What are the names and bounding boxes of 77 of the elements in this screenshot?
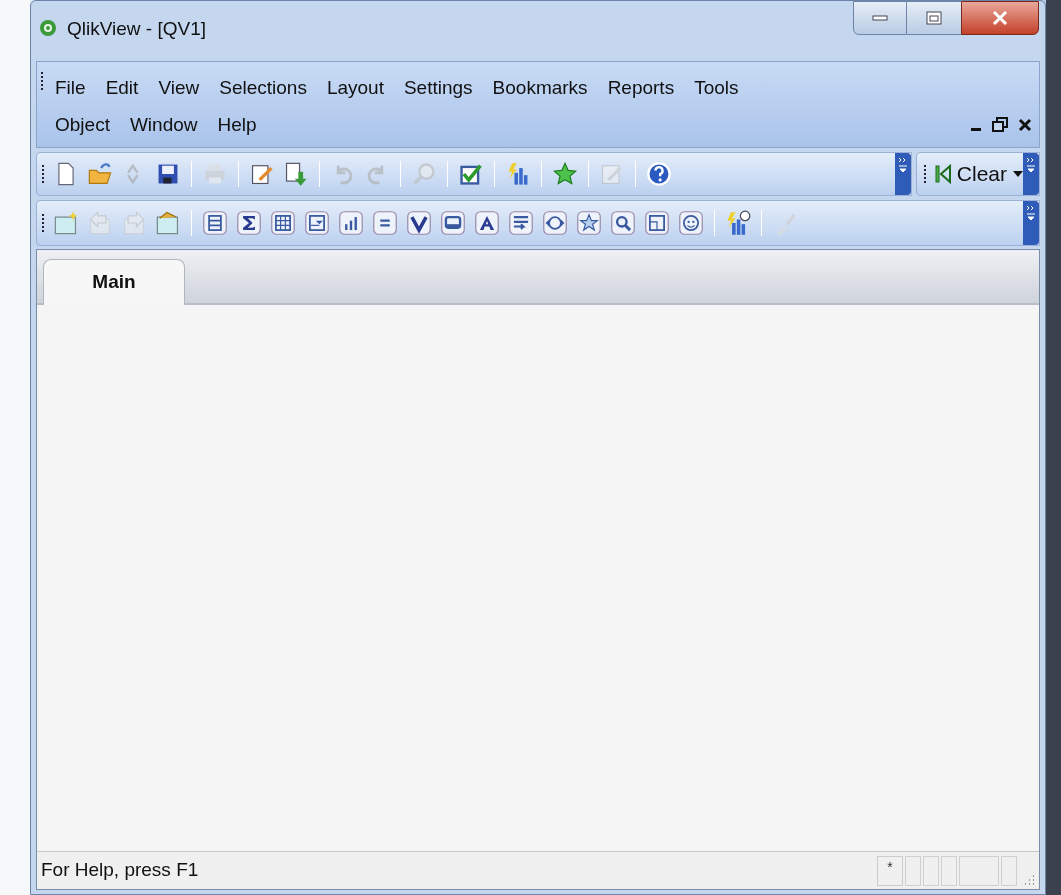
toolbar-separator (635, 161, 636, 187)
table-icon (270, 210, 296, 236)
toolbar-grip-icon[interactable] (40, 70, 44, 92)
caret-icon (1013, 171, 1023, 177)
menu-item[interactable]: Window (120, 106, 207, 143)
menu-item[interactable]: Selections (210, 70, 316, 107)
open-folder-icon (87, 161, 113, 187)
status-pane (959, 855, 999, 886)
toolbar-grip-icon[interactable] (41, 212, 45, 234)
overflow-icon (1026, 157, 1036, 173)
toolbar-grip-icon[interactable] (41, 163, 45, 185)
status-pane (923, 855, 939, 886)
sigma-icon (236, 210, 262, 236)
toolbar-separator (447, 161, 448, 187)
menu-item[interactable]: Object (46, 106, 119, 143)
menu-item[interactable]: Edit (96, 70, 148, 107)
menu-item[interactable]: Layout (317, 70, 393, 107)
toolbar-overflow-button[interactable] (1023, 153, 1039, 195)
clear-button[interactable]: Clear (934, 158, 1023, 190)
list-dropdown-icon (304, 210, 330, 236)
lightning-clock-chart-icon (725, 210, 751, 236)
smiley-icon (678, 210, 704, 236)
toolbar-grip-icon[interactable] (922, 163, 927, 185)
toolbar-separator (588, 161, 589, 187)
menu-item[interactable]: View (149, 70, 209, 107)
bar-chart-icon (338, 210, 364, 236)
status-pane (941, 855, 957, 886)
toolbar-separator (238, 161, 239, 187)
skip-back-icon (934, 164, 951, 184)
toolbar-overflow-button[interactable] (1023, 201, 1039, 245)
menu-item[interactable]: Bookmarks (483, 70, 597, 107)
toolbar-separator (191, 210, 192, 236)
menu-item[interactable]: Help (208, 106, 266, 143)
screen-icon (440, 210, 466, 236)
menu-item[interactable]: Tools (685, 70, 748, 107)
close-icon[interactable] (1018, 117, 1032, 132)
list-icon (202, 210, 228, 236)
check-icon (406, 210, 432, 236)
status-pane (1001, 855, 1017, 886)
close-icon (992, 11, 1008, 25)
maximize-button[interactable] (907, 1, 961, 35)
maximize-icon (926, 11, 942, 25)
status-pane (905, 855, 921, 886)
overflow-icon (1026, 205, 1036, 221)
toolbar-separator (400, 161, 401, 187)
menu-item[interactable]: File (46, 70, 95, 107)
toolbar-separator (191, 161, 192, 187)
layout-icon (644, 210, 670, 236)
status-indicator: * (877, 855, 903, 886)
toolbar-separator (761, 210, 762, 236)
menu-item[interactable]: Reports (598, 70, 684, 107)
restore-icon[interactable] (992, 116, 1008, 133)
new-sheet-icon (53, 210, 79, 236)
menu-item[interactable]: Settings (394, 70, 482, 107)
search-icon (610, 210, 636, 236)
window-title: QlikView - [QV1] (67, 19, 207, 39)
close-button[interactable] (961, 1, 1039, 35)
star-icon (552, 161, 578, 187)
sheet-icon (155, 210, 181, 236)
right-arrow-icon (121, 210, 147, 236)
toolbar-separator (714, 210, 715, 236)
minimize-icon (872, 15, 888, 21)
document-arrow-icon (283, 161, 309, 187)
toolbar-separator (319, 161, 320, 187)
letter-icon (474, 210, 500, 236)
sheet-tab[interactable]: Main (43, 259, 185, 305)
toolbar-separator (541, 161, 542, 187)
app-logo-icon (39, 19, 57, 37)
toolbar-separator (494, 161, 495, 187)
left-arrow-icon (87, 210, 113, 236)
toolbar-overflow-button[interactable] (894, 153, 911, 195)
status-text: For Help, press F1 (41, 858, 199, 883)
search-icon (411, 161, 437, 187)
overflow-icon (897, 157, 908, 173)
minimize-button[interactable] (853, 1, 907, 35)
equals-icon (372, 210, 398, 236)
help-icon (646, 161, 672, 187)
